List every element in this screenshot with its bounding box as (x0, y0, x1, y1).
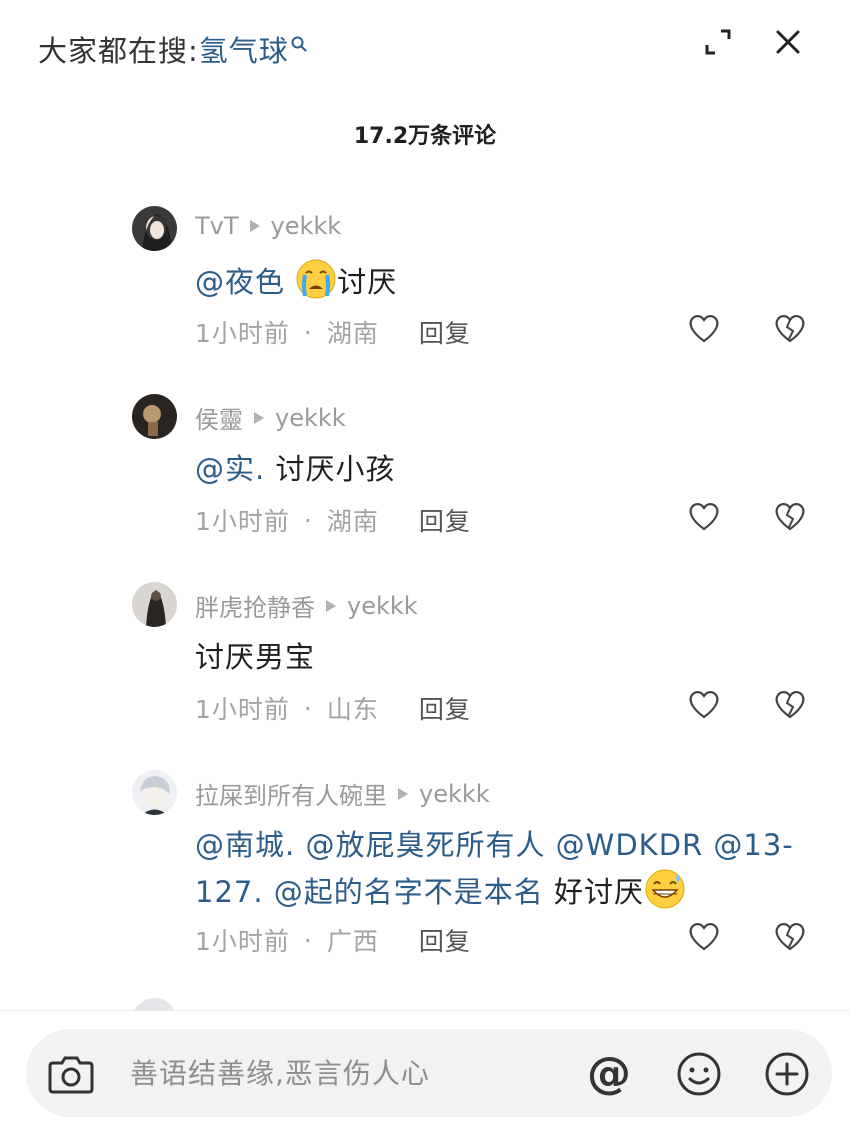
mention-link[interactable]: @放屁臭死所有人 (305, 828, 545, 862)
reply-arrow-icon (253, 411, 265, 425)
reply-button[interactable]: 回复 (419, 314, 471, 350)
search-icon (291, 25, 307, 59)
author-name[interactable]: 胖虎抢静香 (195, 588, 315, 623)
comment-body: 讨厌男宝 (195, 634, 795, 680)
heart-icon[interactable] (686, 686, 722, 722)
comment-location: 山东 (326, 695, 379, 724)
comment-input[interactable] (130, 1053, 550, 1093)
separator-dot: · (303, 505, 313, 535)
trending-prefix: 大家都在搜: (38, 34, 199, 68)
comment-text: 讨厌小孩 (275, 452, 396, 486)
emoji-icon[interactable] (674, 1049, 724, 1099)
grinning-sweat-emoji (644, 868, 686, 923)
comment-body: @实. 讨厌小孩 (195, 446, 795, 492)
crying-emoji (295, 258, 337, 313)
avatar[interactable] (132, 394, 177, 439)
at-icon[interactable]: @ (584, 1049, 634, 1099)
comment-meta: 1小时前 · 广西 回复 (195, 922, 471, 958)
heart-icon[interactable] (686, 918, 722, 954)
reply-arrow-icon (325, 599, 337, 613)
comment-header: 拉屎到所有人碗里 yekkk (195, 776, 490, 811)
comments-panel: 大家都在搜: 氢气球 17.2万条评论 TvT yekkk @夜色 讨厌 1小时… (0, 0, 850, 1134)
comment-body: @夜色 讨厌 (195, 258, 795, 313)
comment-item: 胖虎抢静香 yekkk 讨厌男宝 1小时前 · 山东 回复 (0, 574, 850, 744)
mention-link[interactable]: @WDKDR (556, 828, 704, 862)
comment-input-bar: @ (0, 1011, 850, 1134)
comment-location: 广西 (326, 927, 379, 956)
avatar[interactable] (132, 770, 177, 815)
mention-link[interactable]: @南城. (195, 828, 295, 862)
comment-header: TvT yekkk (195, 212, 341, 240)
comment-text: 好讨厌 (554, 875, 645, 909)
comment-text: 讨厌 (337, 265, 398, 299)
comment-body: @南城. @放屁臭死所有人 @WDKDR @13-127. @起的名字不是本名 … (195, 822, 815, 923)
comment-location: 湖南 (326, 507, 379, 536)
heart-icon[interactable] (686, 310, 722, 346)
author-name[interactable]: TvT (195, 212, 239, 240)
comment-time: 1小时前 (195, 319, 290, 348)
reply-button[interactable]: 回复 (419, 922, 471, 958)
broken-heart-icon[interactable] (772, 310, 808, 346)
avatar[interactable] (132, 582, 177, 627)
reply-to-name[interactable]: yekkk (419, 780, 490, 808)
comment-item: 拉屎到所有人碗里 yekkk @南城. @放屁臭死所有人 @WDKDR @13-… (0, 762, 850, 982)
author-name[interactable]: 拉屎到所有人碗里 (195, 776, 387, 811)
broken-heart-icon[interactable] (772, 686, 808, 722)
plus-icon[interactable] (762, 1049, 812, 1099)
reply-to-name[interactable]: yekkk (275, 404, 346, 432)
avatar[interactable] (132, 206, 177, 251)
reply-to-name[interactable]: yekkk (271, 212, 342, 240)
broken-heart-icon[interactable] (772, 498, 808, 534)
mention-link[interactable]: @实. (195, 452, 265, 486)
separator-dot: · (303, 317, 313, 347)
comment-header: 侯靈 yekkk (195, 400, 346, 435)
comment-item: 侯靈 yekkk @实. 讨厌小孩 1小时前 · 湖南 回复 (0, 386, 850, 556)
input-pill: @ (26, 1029, 832, 1117)
comment-header: 胖虎抢静香 yekkk (195, 588, 418, 623)
comment-count: 17.2万条评论 (353, 124, 497, 149)
comment-time: 1小时前 (195, 695, 290, 724)
comment-time: 1小时前 (195, 927, 290, 956)
comment-meta: 1小时前 · 山东 回复 (195, 690, 471, 726)
reply-arrow-icon (249, 219, 261, 233)
separator-dot: · (303, 693, 313, 723)
close-icon[interactable] (770, 24, 806, 60)
broken-heart-icon[interactable] (772, 918, 808, 954)
expand-icon[interactable] (700, 24, 736, 60)
panel-header: 大家都在搜: 氢气球 17.2万条评论 (0, 0, 850, 149)
author-name[interactable]: 侯靈 (195, 400, 243, 435)
comment-meta: 1小时前 · 湖南 回复 (195, 502, 471, 538)
separator-dot: · (303, 925, 313, 955)
mention-link[interactable]: @夜色 (195, 265, 285, 299)
camera-icon[interactable] (46, 1051, 96, 1097)
comment-meta: 1小时前 · 湖南 回复 (195, 314, 471, 350)
reply-to-name[interactable]: yekkk (347, 592, 418, 620)
reply-arrow-icon (397, 787, 409, 801)
trending-search[interactable]: 大家都在搜: 氢气球 (38, 28, 307, 70)
comment-location: 湖南 (326, 319, 379, 348)
comment-text: 讨厌男宝 (195, 640, 316, 674)
reply-button[interactable]: 回复 (419, 502, 471, 538)
comment-time: 1小时前 (195, 507, 290, 536)
comment-item: TvT yekkk @夜色 讨厌 1小时前 · 湖南 回复 (0, 198, 850, 368)
reply-button[interactable]: 回复 (419, 690, 471, 726)
mention-link[interactable]: @起的名字不是本名 (274, 875, 544, 909)
heart-icon[interactable] (686, 498, 722, 534)
trending-keyword[interactable]: 氢气球 (199, 28, 289, 70)
